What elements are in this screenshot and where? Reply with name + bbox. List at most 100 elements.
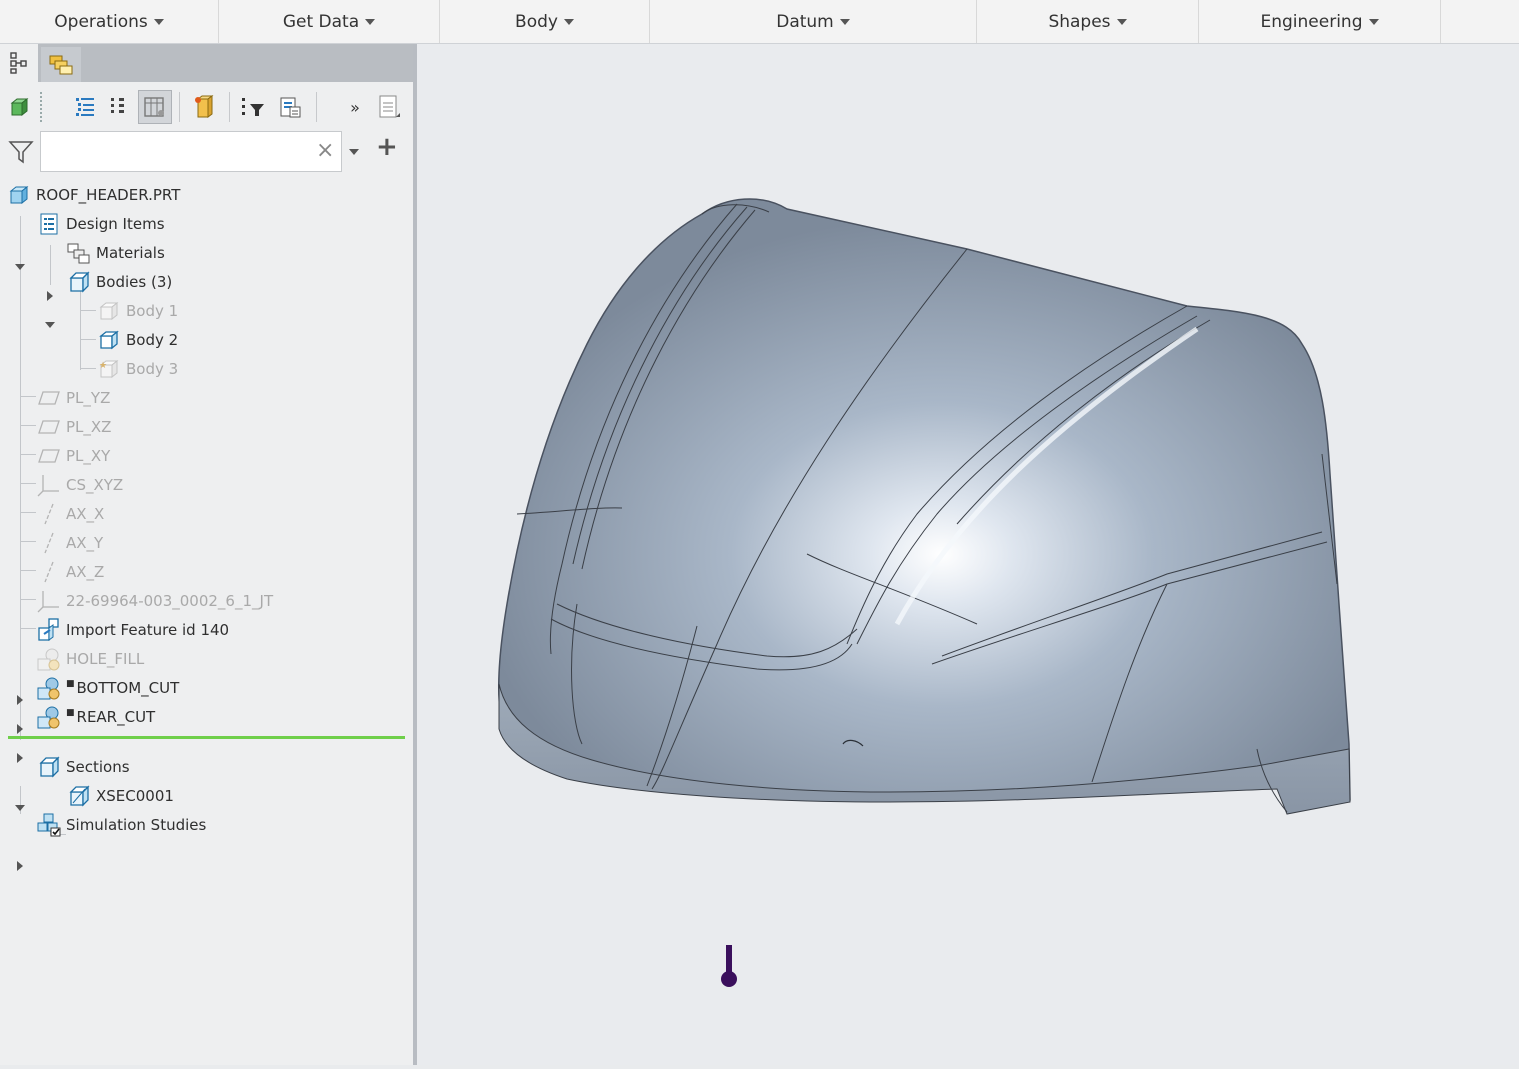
datum-plane-icon bbox=[36, 414, 62, 440]
expand-toggle[interactable] bbox=[13, 693, 27, 707]
tab-label: Get Data bbox=[282, 11, 360, 32]
add-filter-icon[interactable]: + bbox=[376, 132, 398, 162]
tree-item-pl-yz[interactable]: PL_YZ bbox=[36, 384, 110, 412]
collapse-all-button[interactable] bbox=[101, 90, 135, 124]
design-items-icon bbox=[36, 211, 62, 237]
tree-item-label: PL_XZ bbox=[66, 418, 112, 436]
tree-item-ax-z[interactable]: AX_Z bbox=[36, 558, 104, 586]
tree-item-rear-cut[interactable]: ■ REAR_CUT bbox=[36, 703, 155, 731]
tree-settings-icon bbox=[280, 97, 301, 118]
tree-columns-button[interactable] bbox=[138, 90, 172, 124]
clear-search-icon[interactable]: × bbox=[316, 138, 334, 163]
tab-datum[interactable]: Datum bbox=[650, 0, 977, 43]
datum-plane-icon bbox=[36, 385, 62, 411]
more-tools-button[interactable]: » bbox=[338, 90, 372, 124]
graphics-viewport[interactable] bbox=[417, 44, 1519, 1065]
tree-item-bodies[interactable]: Bodies (3) bbox=[66, 268, 172, 296]
funnel-icon[interactable] bbox=[8, 140, 34, 168]
tab-operations[interactable]: Operations bbox=[0, 0, 219, 43]
ribbon-tab-bar: Operations Get Data Body Datum Shapes En… bbox=[0, 0, 1519, 44]
columns-tree-icon bbox=[111, 98, 124, 113]
tree-toolbar: » bbox=[0, 82, 413, 130]
tree-item-body-3[interactable]: ★ Body 3 bbox=[96, 355, 178, 383]
section-icon bbox=[66, 783, 92, 809]
chevron-down-icon bbox=[153, 18, 164, 25]
flexible-feature-icon bbox=[36, 675, 62, 701]
tab-label: Operations bbox=[54, 11, 148, 32]
tree-root[interactable]: ROOF_HEADER.PRT bbox=[6, 181, 180, 209]
tree-item-body-1[interactable]: Body 1 bbox=[96, 297, 178, 325]
datum-plane-icon bbox=[36, 443, 62, 469]
coordinate-system-icon bbox=[36, 588, 62, 614]
model-tree-panel: » × + ROOF_HEADER.PRT Design Items Mater… bbox=[0, 44, 413, 1065]
tree-filter-button[interactable] bbox=[236, 90, 270, 124]
triad-marker-icon bbox=[726, 945, 732, 975]
body-icon bbox=[96, 327, 122, 353]
tree-item-pl-xz[interactable]: PL_XZ bbox=[36, 413, 111, 441]
insert-here-button[interactable] bbox=[186, 90, 220, 124]
insert-here-indicator[interactable] bbox=[8, 736, 405, 739]
chevron-down-icon bbox=[563, 18, 574, 25]
tree-item-label: PL_XY bbox=[66, 447, 111, 465]
tree-item-ax-x[interactable]: AX_X bbox=[36, 500, 104, 528]
tree-item-pl-xy[interactable]: PL_XY bbox=[36, 442, 110, 470]
search-history-dropdown-icon[interactable] bbox=[349, 149, 359, 155]
tree-item-body-2[interactable]: Body 2 bbox=[96, 326, 178, 354]
tree-item-label: CS_XYZ bbox=[66, 476, 124, 494]
tab-shapes[interactable]: Shapes bbox=[977, 0, 1199, 43]
tree-item-hole-fill[interactable]: HOLE_FILL bbox=[36, 645, 144, 673]
expand-toggle[interactable] bbox=[43, 318, 57, 332]
tab-layers[interactable] bbox=[41, 47, 81, 82]
tab-label: Datum bbox=[776, 11, 834, 32]
svg-text:★: ★ bbox=[99, 361, 107, 371]
tree-item-bottom-cut[interactable]: ■ BOTTOM_CUT bbox=[36, 674, 179, 702]
expand-toggle[interactable] bbox=[43, 289, 57, 303]
tree-item-label: Body 1 bbox=[126, 302, 179, 320]
tree-item-label: Import Feature id 140 bbox=[66, 621, 230, 639]
tab-get-data[interactable]: Get Data bbox=[219, 0, 440, 43]
list-tree-icon bbox=[76, 98, 94, 116]
tree-item-materials[interactable]: Materials bbox=[66, 239, 165, 267]
model-tree-icon bbox=[10, 52, 27, 74]
tab-body[interactable]: Body bbox=[440, 0, 650, 43]
tree-item-label: Body 2 bbox=[126, 331, 179, 349]
tree-item-label: AX_Z bbox=[66, 563, 105, 581]
expand-toggle[interactable] bbox=[13, 722, 27, 736]
body-display-button[interactable] bbox=[4, 90, 38, 124]
expand-toggle[interactable] bbox=[13, 859, 27, 873]
tab-engineering[interactable]: Engineering bbox=[1199, 0, 1441, 43]
tree-item-label: 22-69964-003_0002_6_1_JT bbox=[66, 592, 274, 610]
search-input[interactable] bbox=[40, 131, 342, 172]
datum-axis-icon bbox=[36, 530, 62, 556]
roof-header-model[interactable] bbox=[417, 44, 1519, 1065]
expand-toggle[interactable] bbox=[13, 751, 27, 765]
tree-item-label: AX_X bbox=[66, 505, 105, 523]
tree-settings-button[interactable] bbox=[273, 90, 307, 124]
tree-item-sections[interactable]: Sections bbox=[36, 753, 130, 781]
tree-item-xsec0001[interactable]: XSEC0001 bbox=[66, 782, 174, 810]
expand-toggle[interactable] bbox=[13, 801, 27, 815]
tree-item-jt-cs[interactable]: 22-69964-003_0002_6_1_JT bbox=[36, 587, 273, 615]
expand-toggle[interactable] bbox=[13, 260, 27, 274]
tree-item-label: Design Items bbox=[66, 215, 165, 233]
body-construction-icon: ★ bbox=[96, 356, 122, 382]
tree-item-ax-y[interactable]: AX_Y bbox=[36, 529, 103, 557]
tree-item-import-feature[interactable]: Import Feature id 140 bbox=[36, 616, 229, 644]
more-icon: » bbox=[350, 97, 360, 117]
datum-axis-icon bbox=[36, 559, 62, 585]
tree-item-design-items[interactable]: Design Items bbox=[36, 210, 165, 238]
show-details-button[interactable] bbox=[372, 90, 406, 124]
tree-item-label: BOTTOM_CUT bbox=[76, 679, 180, 697]
tree-item-label: Body 3 bbox=[126, 360, 179, 378]
tree-item-cs-xyz[interactable]: CS_XYZ bbox=[36, 471, 123, 499]
bodies-folder-icon bbox=[66, 269, 92, 295]
import-feature-icon bbox=[36, 617, 62, 643]
simulation-icon bbox=[36, 812, 62, 838]
tab-model-tree[interactable] bbox=[0, 44, 38, 82]
flexible-feature-icon bbox=[36, 704, 62, 730]
expand-all-button[interactable] bbox=[68, 90, 102, 124]
table-columns-icon bbox=[144, 97, 164, 117]
tab-label: Body bbox=[515, 11, 558, 32]
tree-item-simulation-studies[interactable]: Simulation Studies bbox=[36, 811, 206, 839]
tree-item-label: REAR_CUT bbox=[76, 708, 156, 726]
